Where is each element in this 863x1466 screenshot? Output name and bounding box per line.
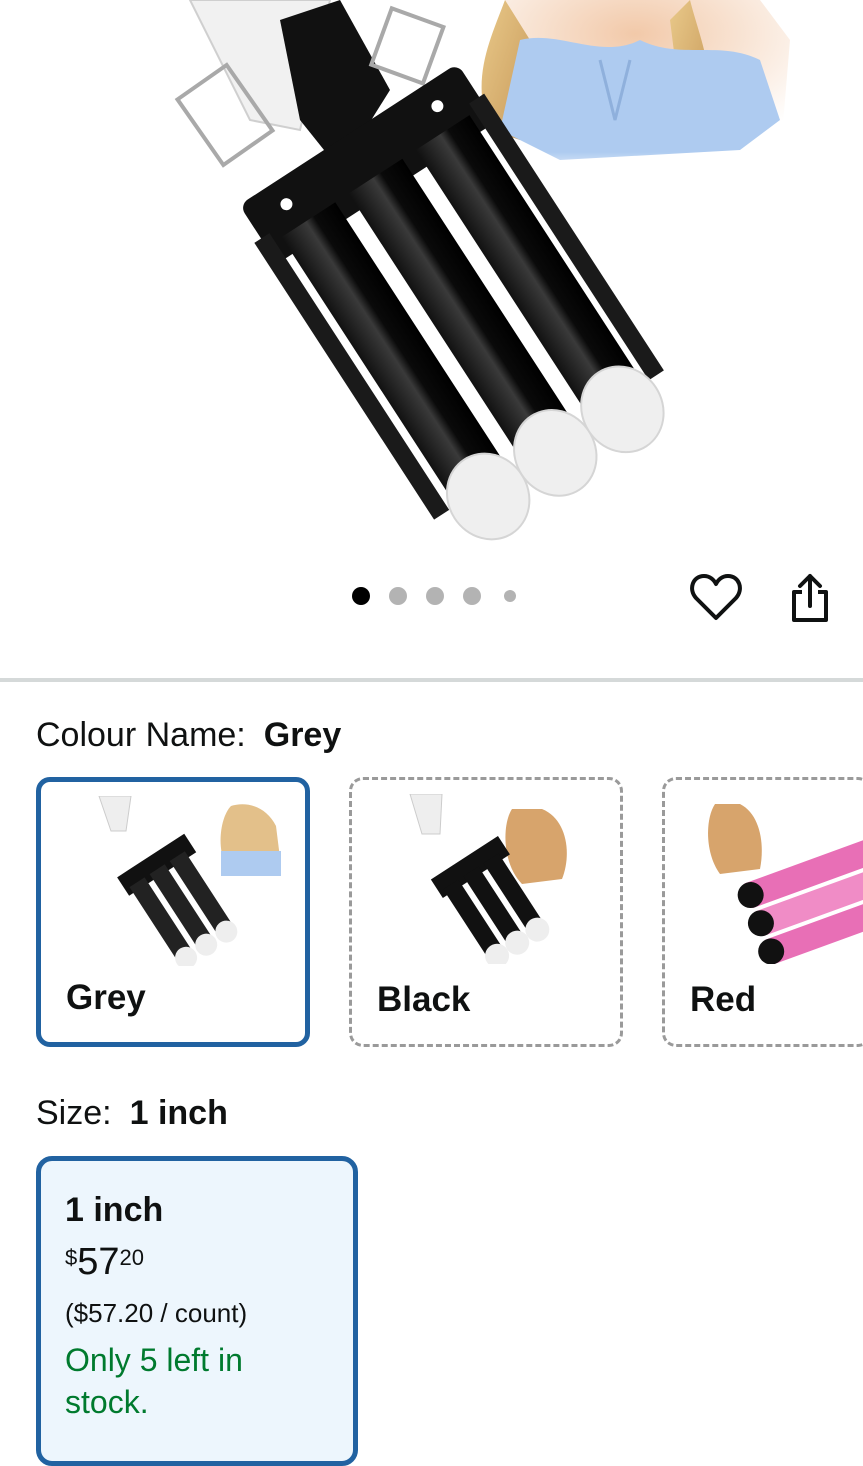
size-option-1-inch[interactable]: 1 inch $5720 ($57.20 / count) Only 5 lef… [36,1156,358,1466]
colour-option-label: Black [377,980,471,1019]
unit-price: ($57.20 / count) [65,1298,248,1328]
carousel-dot[interactable] [504,590,516,602]
red-variant-thumbnail [708,804,863,964]
heart-icon[interactable] [690,572,742,627]
price-whole: 57 [77,1241,120,1283]
carousel-dot[interactable] [463,587,481,605]
colour-option-red[interactable]: Red [662,777,863,1047]
black-variant-thumbnail [409,794,567,964]
grey-variant-thumbnail [98,796,281,966]
section-divider [0,678,863,682]
colour-option-grey[interactable]: Grey [36,777,310,1047]
product-image[interactable] [0,0,863,560]
carousel-dot[interactable] [426,587,444,605]
price-currency-symbol: $ [65,1245,78,1270]
stock-status-line: Only 5 left in [65,1342,243,1378]
carousel-dot[interactable] [389,587,407,605]
colour-selected-value: Grey [263,716,342,754]
colour-name-label: Colour Name: Grey [36,716,341,755]
carousel-dot[interactable] [352,587,370,605]
share-icon[interactable] [788,572,832,629]
stock-status-line: stock. [65,1384,149,1420]
colour-option-label: Red [690,980,757,1019]
colour-label-text: Colour Name: [36,716,246,754]
colour-option-black[interactable]: Black [349,777,623,1047]
curling-iron-illustration [174,0,800,541]
price-fraction: 20 [119,1245,145,1270]
colour-option-label: Grey [66,978,146,1017]
size-label-text: Size: [36,1094,112,1132]
size-option-price: $5720 [65,1240,329,1284]
size-option-name: 1 inch [65,1191,164,1229]
size-label: Size: 1 inch [36,1094,228,1133]
stock-status: Only 5 left in stock. [65,1339,329,1423]
size-selected-value: 1 inch [129,1094,228,1132]
